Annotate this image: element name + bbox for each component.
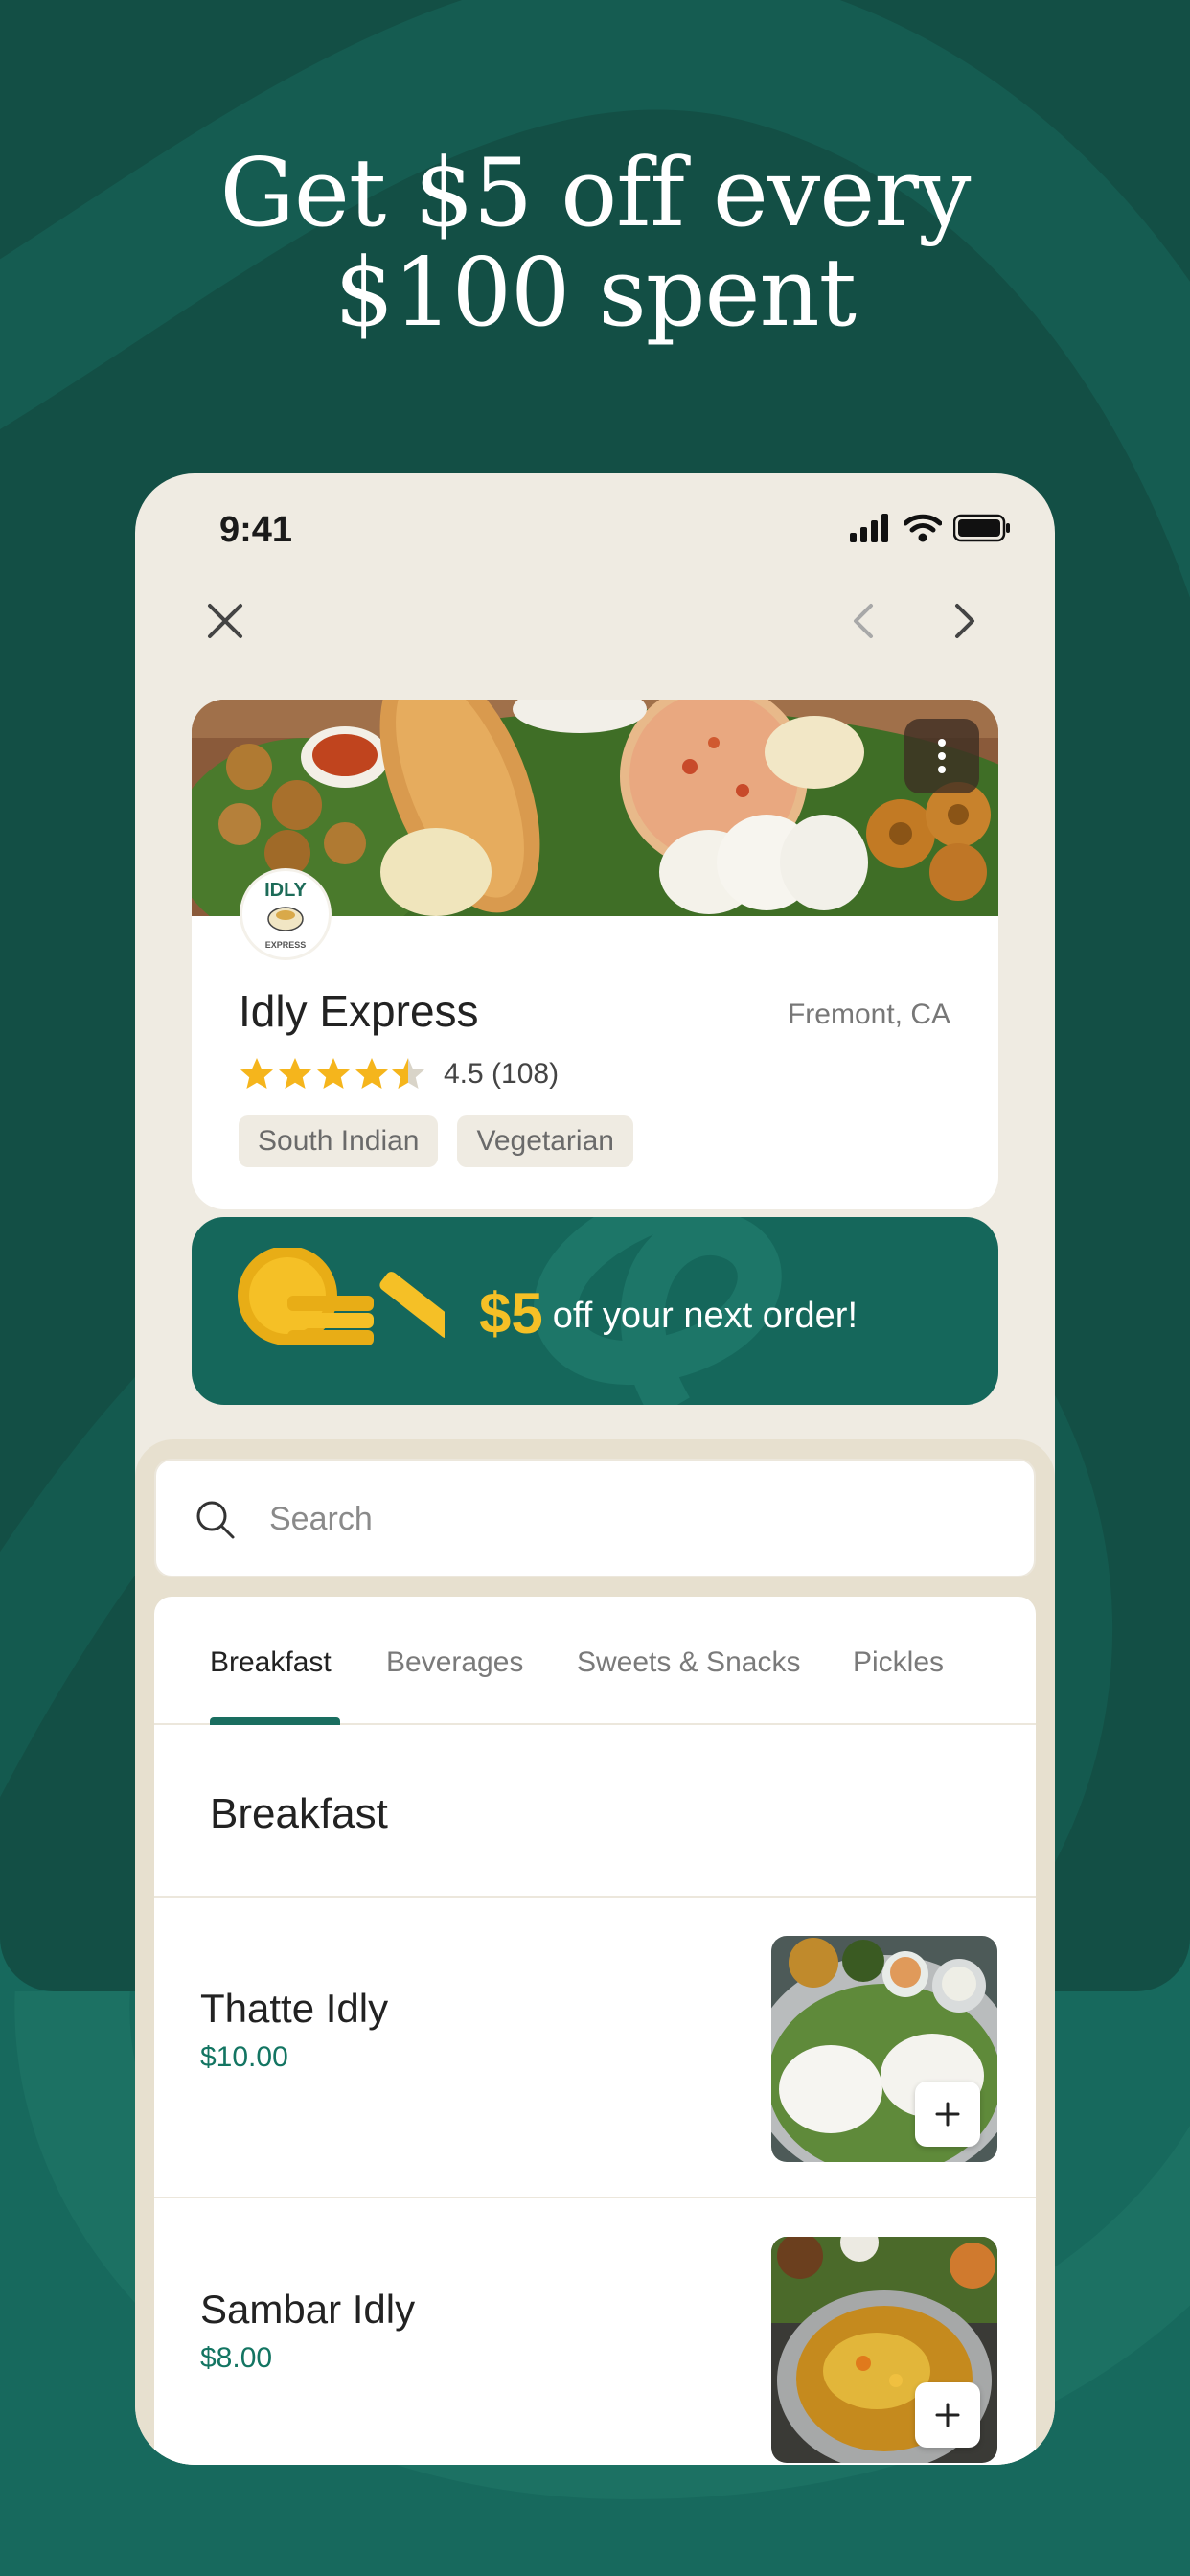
- active-tab-indicator: [210, 1717, 340, 1725]
- restaurant-card[interactable]: IDLY EXPRESS Idly Express Fremont, CA 4.…: [192, 700, 998, 1209]
- plus-icon: [935, 2403, 960, 2427]
- headline-line-2: $100 spent: [333, 239, 857, 348]
- tab-pickles[interactable]: Pickles: [853, 1646, 944, 1679]
- promo-headline: Get $5 off every $100 spent: [0, 144, 1190, 343]
- promo-description: off your next order!: [552, 1296, 858, 1336]
- tag-south-indian: South Indian: [239, 1116, 439, 1167]
- tab-breakfast[interactable]: Breakfast: [210, 1646, 332, 1679]
- rating: 4.5 (108): [239, 1056, 559, 1092]
- tab-sweets-snacks[interactable]: Sweets & Snacks: [577, 1646, 800, 1679]
- chevron-left-icon[interactable]: [844, 600, 886, 642]
- section-title: Breakfast: [210, 1790, 388, 1837]
- plus-icon: [935, 2102, 960, 2127]
- status-time: 9:41: [219, 510, 293, 550]
- headline-line-1: Get $5 off every: [219, 139, 972, 248]
- category-tabs: Breakfast Beverages Sweets & Snacks Pick…: [154, 1597, 1036, 1725]
- item-name: Sambar Idly: [200, 2287, 416, 2332]
- menu-list: Breakfast Beverages Sweets & Snacks Pick…: [154, 1597, 1036, 2465]
- star-rating-icon: [240, 1058, 424, 1089]
- status-icons: [850, 514, 1011, 542]
- restaurant-name: Idly Express: [239, 986, 479, 1036]
- more-vertical-icon: [938, 739, 946, 773]
- tab-beverages[interactable]: Beverages: [386, 1646, 523, 1679]
- add-item-button[interactable]: [915, 2082, 980, 2147]
- menu-item[interactable]: Sambar Idly $8.00: [154, 2198, 1036, 2465]
- menu-panel: Search Breakfast Beverages Sweets & Snac…: [135, 1439, 1055, 2465]
- wifi-icon: [904, 514, 942, 542]
- battery-icon: [953, 514, 1010, 542]
- tag-vegetarian: Vegetarian: [457, 1116, 633, 1167]
- search-icon: [196, 1501, 235, 1539]
- item-price: $10.00: [200, 2041, 288, 2073]
- rating-text: 4.5 (108): [444, 1058, 560, 1090]
- more-options-button[interactable]: [904, 719, 979, 794]
- phone-frame: 9:41 IDLY EXPRESS Idly Express Fremont, …: [135, 473, 1055, 2465]
- cuisine-tags: South Indian Vegetarian: [239, 1116, 633, 1167]
- menu-item[interactable]: Thatte Idly $10.00: [154, 1898, 1036, 2198]
- item-price: $8.00: [200, 2342, 273, 2374]
- search-placeholder: Search: [269, 1501, 373, 1537]
- restaurant-location: Fremont, CA: [787, 999, 950, 1030]
- item-name: Thatte Idly: [200, 1986, 389, 2031]
- promo-text: $5 off your next order!: [479, 1280, 858, 1346]
- chevron-right-icon[interactable]: [942, 600, 984, 642]
- logo-subtext: EXPRESS: [265, 940, 307, 950]
- search-input[interactable]: Search: [154, 1459, 1036, 1577]
- restaurant-logo: IDLY EXPRESS: [240, 868, 332, 960]
- promo-banner[interactable]: $5 off your next order!: [192, 1217, 998, 1405]
- promo-amount: $5: [479, 1281, 543, 1346]
- coins-icon: [238, 1248, 445, 1346]
- add-item-button[interactable]: [915, 2382, 980, 2448]
- close-icon[interactable]: [204, 600, 246, 642]
- logo-text: IDLY: [264, 880, 307, 901]
- signal-icon: [850, 514, 888, 542]
